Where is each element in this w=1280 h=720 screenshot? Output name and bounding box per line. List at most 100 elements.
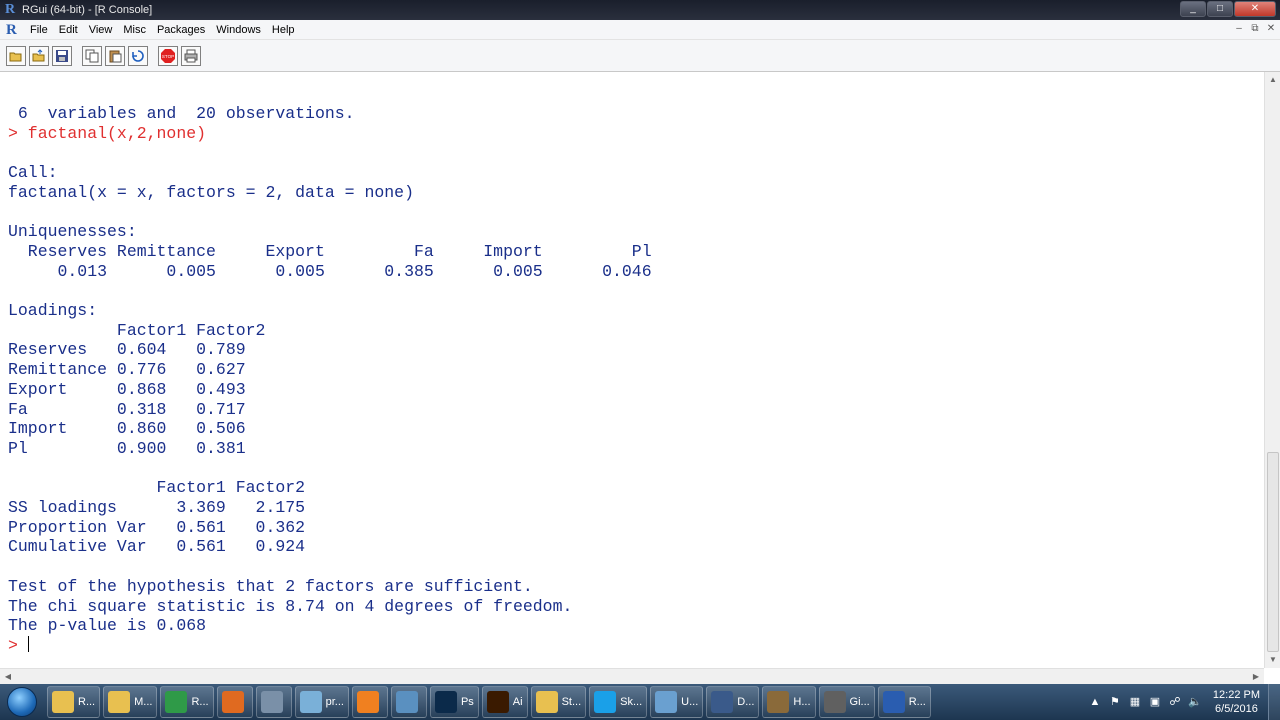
- close-button[interactable]: ✕: [1234, 1, 1276, 17]
- taskbar-item-label: R...: [191, 696, 209, 708]
- windows-logo-icon: [7, 687, 37, 717]
- open-script-button[interactable]: [6, 45, 26, 66]
- book-icon: [395, 691, 418, 713]
- taskbar-item-label: D...: [737, 696, 755, 708]
- connection-icon[interactable]: ☍: [1167, 694, 1183, 710]
- start-button[interactable]: [0, 685, 44, 719]
- taskbar-item-label: Gi...: [849, 696, 870, 708]
- menu-file[interactable]: File: [26, 24, 55, 36]
- menu-windows[interactable]: Windows: [212, 24, 268, 36]
- taskbar-item[interactable]: Gi...: [818, 686, 875, 718]
- copy-paste-button[interactable]: [128, 45, 148, 66]
- taskbar-item[interactable]: R...: [160, 686, 214, 718]
- illustrator-icon: [486, 691, 509, 713]
- taskbar-item-label: M...: [134, 696, 153, 708]
- copy-button[interactable]: [82, 45, 102, 66]
- horizontal-scrollbar[interactable]: ◀ ▶: [0, 668, 1264, 684]
- taskbar-item[interactable]: Ai: [481, 686, 528, 718]
- maximize-button[interactable]: □: [1207, 1, 1233, 17]
- chrome-icon: [165, 691, 188, 713]
- console-output-line: Export 0.868 0.493: [8, 379, 246, 399]
- r-icon: [882, 691, 905, 713]
- stop-icon: STOP: [161, 48, 175, 63]
- stop-button[interactable]: STOP: [158, 45, 178, 66]
- console-output-line: Pl 0.900 0.381: [8, 438, 246, 458]
- taskbar-item[interactable]: St...: [530, 686, 587, 718]
- taskbar-item[interactable]: R...: [47, 686, 101, 718]
- paint-icon: [655, 691, 678, 713]
- console-minimize-icon[interactable]: –: [1232, 22, 1246, 36]
- clock-date: 6/5/2016: [1215, 703, 1258, 715]
- console-close-icon[interactable]: ✕: [1264, 22, 1278, 36]
- scroll-up-icon[interactable]: ▲: [1265, 72, 1280, 88]
- tray-expand-icon[interactable]: ▲: [1087, 694, 1103, 710]
- menu-bar: R File Edit View Misc Packages Windows H…: [0, 20, 1280, 40]
- console-output-line: SS loadings 3.369 2.175: [8, 498, 306, 518]
- window-title: RGui (64-bit) - [R Console]: [22, 4, 153, 16]
- minimize-button[interactable]: _: [1180, 1, 1206, 17]
- print-button[interactable]: [181, 45, 201, 66]
- console-output-line: Test of the hypothesis that 2 factors ar…: [8, 576, 533, 596]
- flag-icon[interactable]: ⚑: [1107, 694, 1123, 710]
- scroll-right-icon[interactable]: ▶: [1248, 669, 1264, 685]
- folder-icon: [108, 691, 131, 713]
- taskbar-item[interactable]: [351, 686, 388, 718]
- copy-paste-icon: [132, 49, 144, 62]
- taskbar-item[interactable]: R...: [877, 686, 931, 718]
- taskbar-item-label: St...: [561, 696, 582, 708]
- skype-icon: [594, 691, 617, 713]
- taskbar-item[interactable]: U...: [650, 686, 704, 718]
- show-desktop-button[interactable]: [1268, 684, 1280, 720]
- taskbar-item-label: Sk...: [620, 696, 643, 708]
- menu-help[interactable]: Help: [268, 24, 302, 36]
- volume-icon[interactable]: 🔈: [1187, 694, 1203, 710]
- taskbar-item-label: U...: [681, 696, 699, 708]
- taskbar-item[interactable]: Ps: [429, 686, 479, 718]
- vertical-scrollbar[interactable]: ▲ ▼: [1264, 72, 1280, 668]
- console-output-line: 0.013 0.005 0.005 0.385 0.005 0.046: [8, 261, 652, 281]
- device-icon[interactable]: ▣: [1147, 694, 1163, 710]
- load-workspace-button[interactable]: [29, 45, 49, 66]
- document-icon: [711, 691, 734, 713]
- taskbar-item-label: R...: [908, 696, 926, 708]
- console-output-line: Reserves Remittance Export Fa Import Pl: [8, 241, 652, 261]
- r-console[interactable]: 6 variables and 20 observations. > facta…: [0, 72, 1264, 668]
- menu-packages[interactable]: Packages: [153, 24, 212, 36]
- clock[interactable]: 12:22 PM 6/5/2016: [1213, 688, 1260, 716]
- console-command-line: > factanal(x,2,none): [8, 123, 207, 143]
- scrollbar-thumb[interactable]: [1267, 452, 1279, 652]
- taskbar-item[interactable]: Sk...: [589, 686, 648, 718]
- console-prompt[interactable]: >: [8, 636, 28, 655]
- taskbar-item[interactable]: [216, 686, 253, 718]
- network-icon[interactable]: ▦: [1127, 694, 1143, 710]
- settings-icon: [823, 691, 846, 713]
- menu-misc[interactable]: Misc: [119, 24, 153, 36]
- console-output-line: Loadings:: [8, 301, 98, 321]
- svg-text:STOP: STOP: [162, 54, 174, 59]
- save-workspace-button[interactable]: [52, 45, 72, 66]
- taskbar-item[interactable]: M...: [103, 686, 158, 718]
- r-menu-icon[interactable]: R: [6, 22, 22, 38]
- console-output-line: factanal(x = x, factors = 2, data = none…: [8, 182, 414, 202]
- console-output-line: 6 variables and 20 observations.: [8, 104, 355, 123]
- game-icon: [767, 691, 790, 713]
- scroll-left-icon[interactable]: ◀: [0, 669, 16, 685]
- console-restore-icon[interactable]: ⧉: [1248, 22, 1262, 36]
- clock-time: 12:22 PM: [1212, 689, 1260, 701]
- taskbar-item[interactable]: D...: [706, 686, 760, 718]
- paste-button[interactable]: [105, 45, 125, 66]
- console-output-line: Uniquenesses:: [8, 222, 137, 242]
- taskbar-tasks: R... M... R... pr... Ps Ai St... Sk... U... D... H…: [44, 686, 931, 718]
- menu-edit[interactable]: Edit: [55, 24, 85, 36]
- console-output-line: Reserves 0.604 0.789: [8, 340, 246, 360]
- taskbar-item[interactable]: [255, 686, 292, 718]
- taskbar-item[interactable]: [390, 686, 427, 718]
- menu-view[interactable]: View: [85, 24, 120, 36]
- taskbar-item-label: Ai: [512, 696, 523, 708]
- print-icon: [184, 49, 198, 62]
- taskbar-item[interactable]: pr...: [294, 686, 349, 718]
- scroll-down-icon[interactable]: ▼: [1265, 652, 1280, 668]
- calculator-icon: [260, 691, 283, 713]
- taskbar-item[interactable]: H...: [762, 686, 816, 718]
- console-output-line: Proportion Var 0.561 0.362: [8, 517, 306, 537]
